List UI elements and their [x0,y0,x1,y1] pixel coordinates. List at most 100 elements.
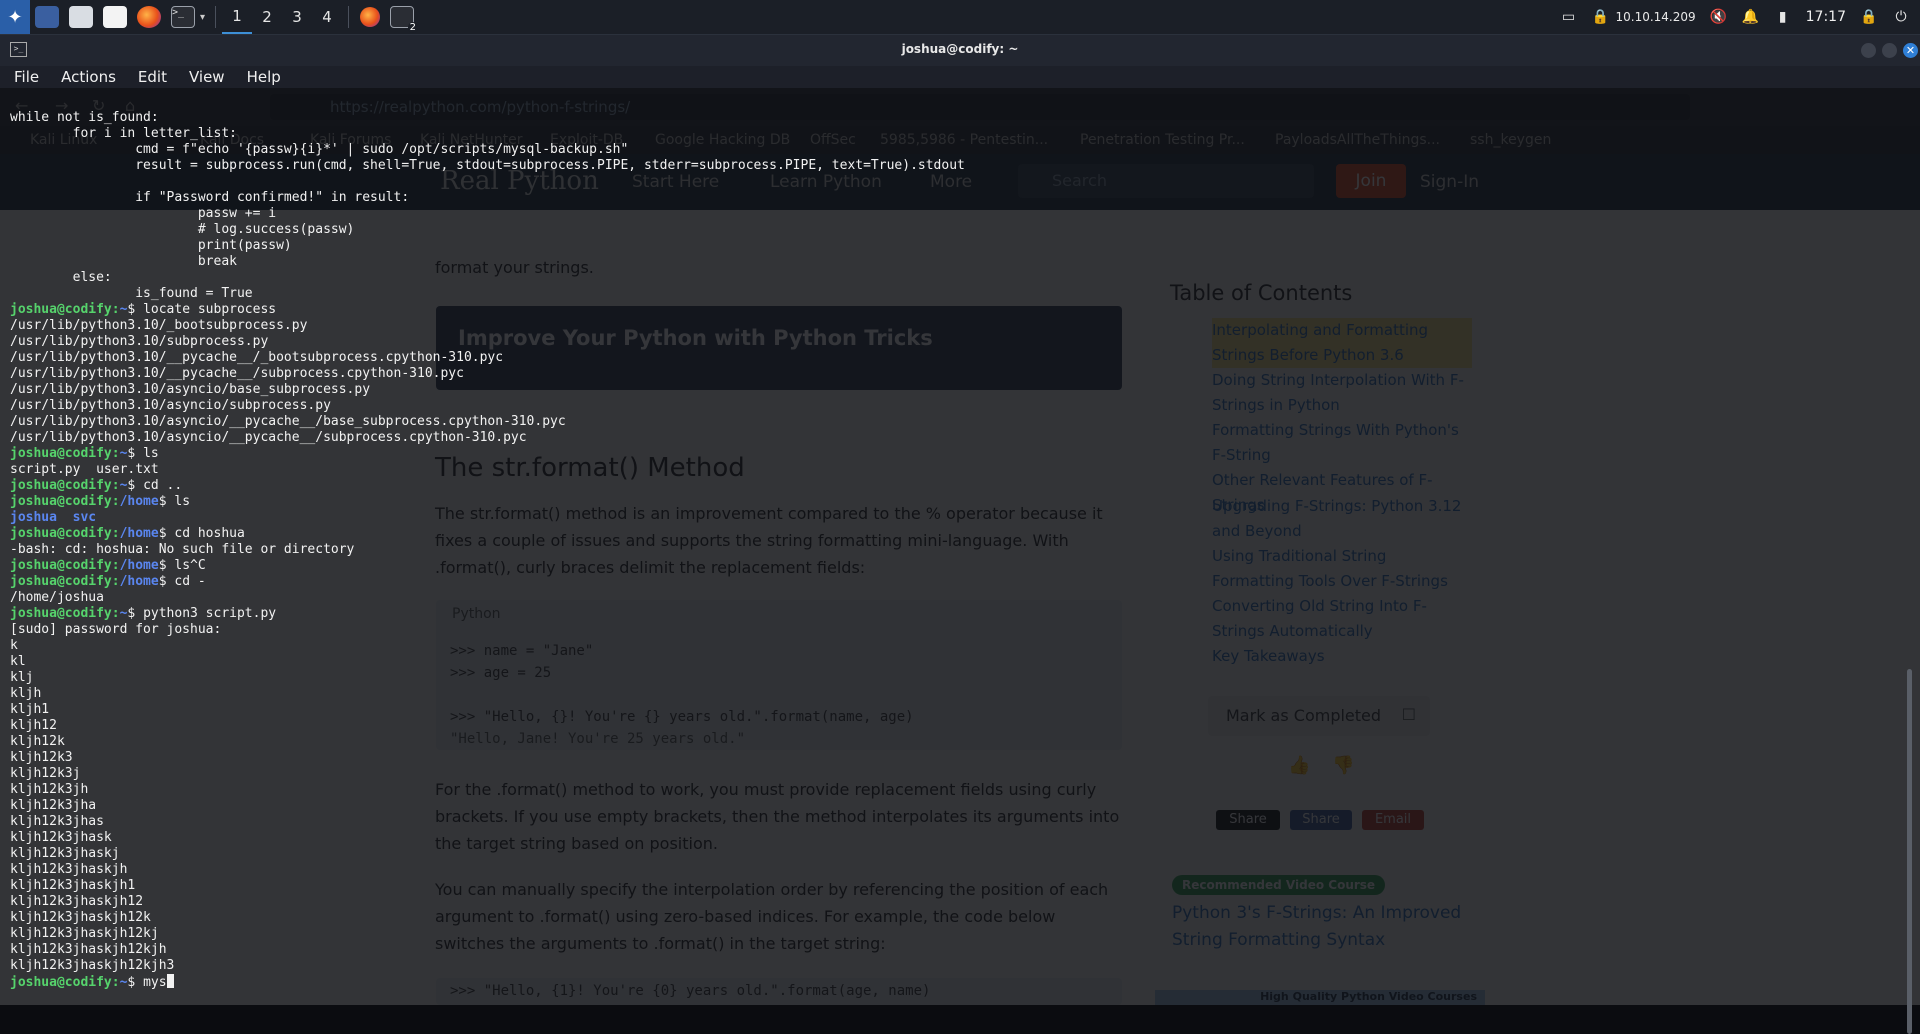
notifications-bell-icon[interactable]: 🔔 [1742,9,1760,25]
output-line: k [10,638,965,654]
menu-view[interactable]: View [181,68,233,86]
clock[interactable]: 17:17 [1806,9,1846,25]
output-line: [sudo] password for joshua: [10,622,965,638]
maximize-button[interactable] [1882,43,1897,58]
prompt-colon: : [111,558,120,573]
output-line: if "Password confirmed!" in result: [10,190,965,206]
workspace-4[interactable]: 4 [312,0,342,34]
firefox-icon[interactable] [137,6,161,28]
output-line: break [10,254,965,270]
output-line: /usr/lib/python3.10/asyncio/__pycache__/… [10,430,965,446]
output-line: kljh12k3 [10,750,965,766]
output-text: kl [10,654,26,669]
vpn-lock-icon[interactable]: 🔒 [1591,9,1609,25]
output-text: script.py user.txt [10,462,159,477]
output-text: /usr/lib/python3.10/asyncio/base_subproc… [10,382,371,397]
prompt-line: joshua@codify:/home$ ls^C [10,558,965,574]
prompt-colon: : [111,478,120,493]
terminal-titlebar[interactable]: >_ joshua@codify: ~ ✕ [0,34,1920,66]
chevron-down-icon[interactable]: ▾ [200,12,205,23]
output-line: else: [10,270,965,286]
output-line: kljh1 [10,702,965,718]
prompt-dollar: $ [127,606,144,621]
menu-edit[interactable]: Edit [130,68,175,86]
prompt-colon: : [111,606,120,621]
close-icon: ✕ [1905,44,1916,57]
prompt-colon: : [111,494,120,509]
menu-actions[interactable]: Actions [53,68,124,86]
prompt-colon: : [111,526,120,541]
minimize-button[interactable] [1861,43,1876,58]
prompt-path: /home [119,558,159,573]
output-line: kljh12k3jhask [10,830,965,846]
prompt-user: joshua@codify [10,975,112,990]
prompt-line: joshua@codify:~$ locate subprocess [10,302,965,318]
window-title: joshua@codify: ~ [901,42,1019,56]
output-text: print(passw) [10,238,292,253]
output-line: # log.success(passw) [10,222,965,238]
prompt-path: /home [119,494,159,509]
output-line: kljh12k3j [10,766,965,782]
prompt-dollar: $ [158,558,175,573]
terminal-scrollbar[interactable] [1907,669,1912,1034]
prompt-colon: : [111,574,120,589]
taskbar-firefox-icon[interactable] [360,7,381,27]
output-text: kljh12k3 [10,750,73,765]
output-line: /usr/lib/python3.10/asyncio/base_subproc… [10,382,965,398]
prompt-dollar: $ [127,446,144,461]
command-text: ls [143,446,159,461]
power-icon[interactable]: ⏻ [1892,9,1910,25]
prompt-user: joshua@codify [10,558,112,573]
menu-help[interactable]: Help [239,68,289,86]
prompt-dollar: $ [127,975,144,990]
workspace-3[interactable]: 3 [282,0,312,34]
output-text: k [10,638,18,653]
output-line: kljh12k3jhaskjh12kjh3 [10,958,965,974]
prompt-path: /home [119,574,159,589]
output-text: kljh12k3jhaskj [10,846,120,861]
workspace-1[interactable]: 1 [222,0,253,34]
command-text: python3 script.py [143,606,277,621]
kali-menu-button[interactable]: ✦ [0,0,30,34]
output-text: kljh [10,686,42,701]
text-cursor[interactable] [166,974,174,988]
output-text: break [10,254,237,269]
terminal-window-count-badge: 2 [407,22,419,33]
output-line: /usr/lib/python3.10/__pycache__/_bootsub… [10,350,965,366]
command-text: cd hoshua [174,526,245,541]
output-text: kljh12k3jha [10,798,97,813]
monitor-icon[interactable]: ▭ [1559,9,1577,25]
workspace-2[interactable]: 2 [252,0,282,34]
output-text: klj [10,670,34,685]
show-desktop-icon[interactable] [35,6,59,28]
volume-muted-icon[interactable]: 🔇 [1710,9,1728,25]
taskbar-terminal-icon[interactable]: 2 [390,6,419,33]
prompt-user: joshua@codify [10,478,112,493]
output-text: kljh12k3jhaskjh12 [10,894,144,909]
prompt-colon: : [111,975,120,990]
output-line: /usr/lib/python3.10/asyncio/__pycache__/… [10,414,965,430]
command-text: mys [143,975,167,990]
menu-file[interactable]: File [6,68,47,86]
output-line: kl [10,654,965,670]
prompt-user: joshua@codify [10,526,112,541]
system-tray: ▭ 🔒 10.10.14.209 🔇 🔔 ▮ 17:17 🔒 ⏻ [1559,0,1920,34]
command-text: ls [174,494,191,509]
lock-screen-icon[interactable]: 🔒 [1860,9,1878,25]
close-window-button[interactable]: ✕ [1903,43,1918,58]
output-text: kljh12k3jhaskjh12k [10,910,151,925]
output-text: /usr/lib/python3.10/asyncio/__pycache__/… [10,414,566,429]
output-line: for i in letter_list: [10,126,965,142]
output-text: /usr/lib/python3.10/__pycache__/_bootsub… [10,350,504,365]
prompt-line: joshua@codify:/home$ cd - [10,574,965,590]
output-line: kljh [10,686,965,702]
output-line: -bash: cd: hoshua: No such file or direc… [10,542,965,558]
terminal-launcher-icon[interactable]: >_ [171,6,195,28]
text-editor-icon[interactable] [103,6,127,28]
battery-icon[interactable]: ▮ [1774,9,1792,25]
output-line: /usr/lib/python3.10/asyncio/subprocess.p… [10,398,965,414]
output-line: kljh12k3jhaskjh12kj [10,926,965,942]
prompt-line: joshua@codify:/home$ ls [10,494,965,510]
file-manager-icon[interactable] [69,6,93,28]
